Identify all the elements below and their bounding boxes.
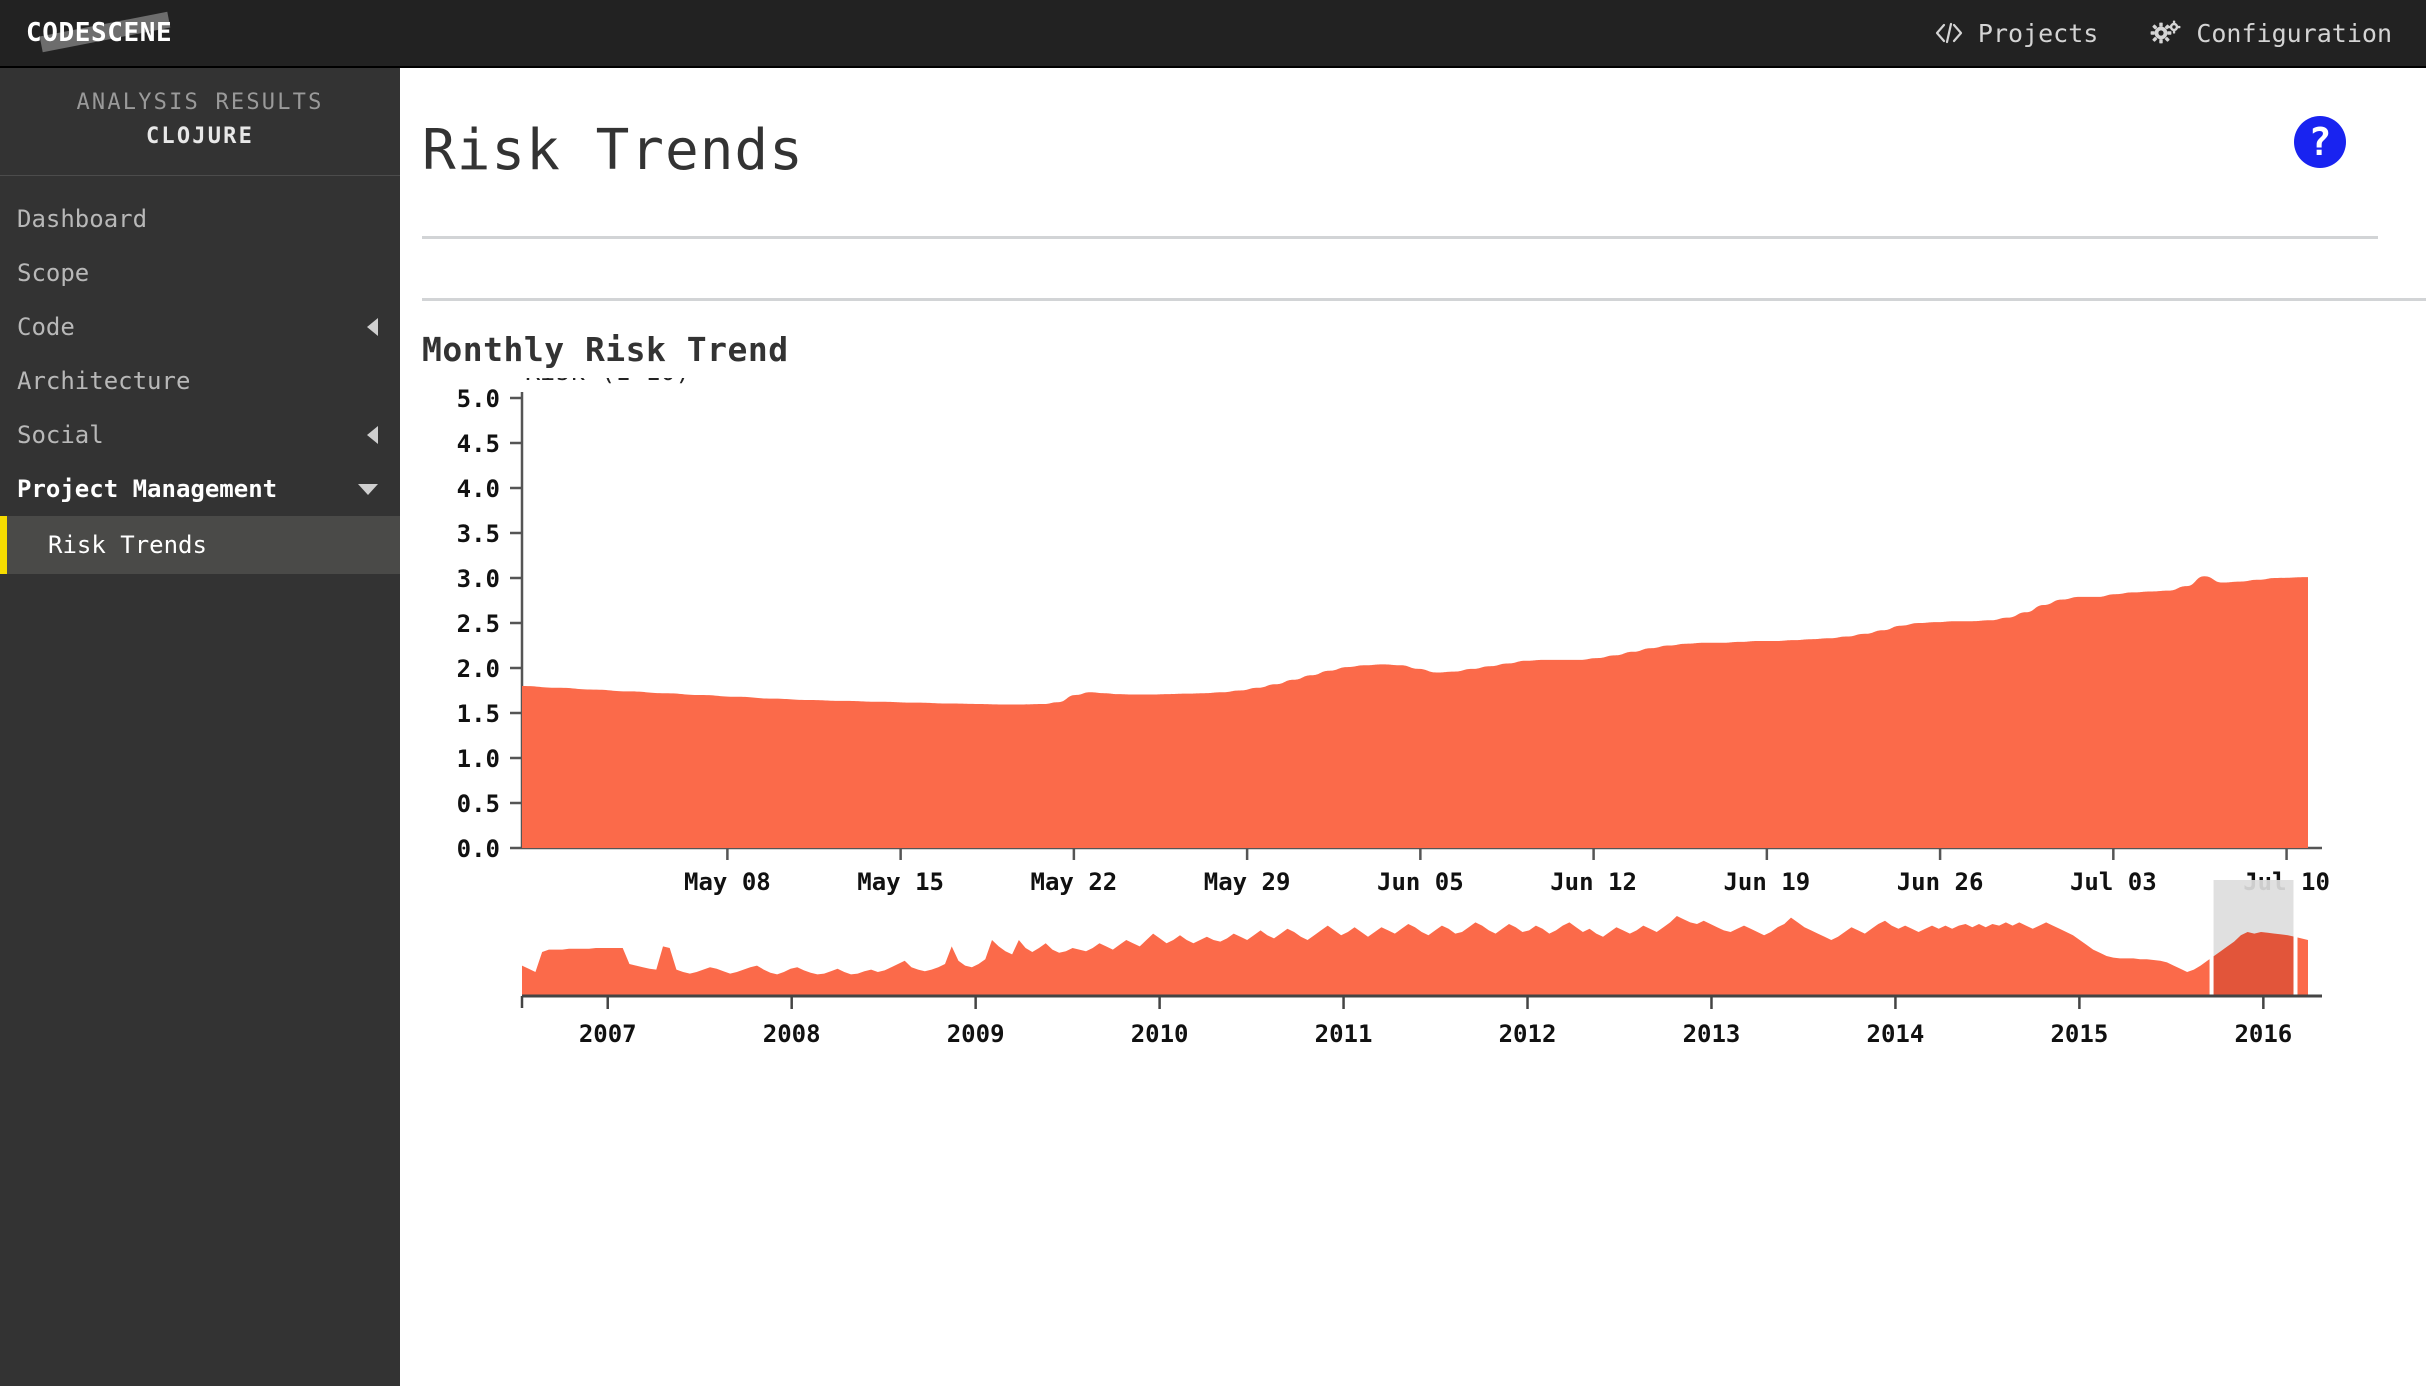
brush-area-series — [522, 916, 2308, 996]
sidebar-item-social[interactable]: Social — [0, 408, 400, 462]
page-header: Risk Trends ? — [400, 68, 2426, 236]
sidebar-item-label: Architecture — [17, 367, 191, 395]
nav-configuration-label: Configuration — [2196, 18, 2392, 48]
sidebar: ANALYSIS RESULTS CLOJURE Dashboard Scope… — [0, 68, 400, 1386]
brush-tick-label: 2010 — [1131, 1020, 1189, 1048]
sidebar-item-label: Dashboard — [17, 205, 148, 233]
brush-tick-label: 2016 — [2234, 1020, 2292, 1048]
main-content: Risk Trends ? Monthly Risk Trend Risk (1… — [400, 68, 2426, 1386]
sidebar-item-dashboard[interactable]: Dashboard — [0, 192, 400, 246]
x-tick-label: Jun 12 — [1550, 868, 1637, 896]
sidebar-item-project-management[interactable]: Project Management — [0, 462, 400, 516]
plot-area: 0.0 0.5 1.0 1.5 2.0 2.5 3.0 3.5 4.0 4.5 5.0 May 08 M… — [457, 385, 2330, 896]
y-tick-label: 1.0 — [457, 745, 500, 773]
brush-tick-label: 2015 — [2050, 1020, 2108, 1048]
sidebar-item-label: Code — [17, 313, 75, 341]
sidebar-item-label: Project Management — [17, 475, 278, 503]
x-tick-label: Jun 05 — [1377, 868, 1464, 896]
sidebar-item-label: Scope — [17, 259, 90, 287]
nav-projects[interactable]: Projects — [1934, 19, 2098, 48]
brush-tick-label: 2007 — [579, 1020, 637, 1048]
analysis-results-label: ANALYSIS RESULTS — [76, 90, 324, 115]
brush-tick-label: 2009 — [947, 1020, 1005, 1048]
y-tick-label: 1.5 — [457, 700, 500, 728]
brush-tick-label: 2011 — [1315, 1020, 1373, 1048]
nav-projects-label: Projects — [1977, 18, 2099, 48]
x-tick-label: May 29 — [1204, 868, 1291, 896]
header-divider-bottom — [422, 298, 2426, 301]
top-nav: Projects Configuration — [1934, 19, 2426, 48]
codescene-logo[interactable]: CODESCENE — [22, 10, 182, 56]
sidebar-item-architecture[interactable]: Architecture — [0, 354, 400, 408]
y-tick-label: 4.0 — [457, 475, 500, 503]
sidebar-header: ANALYSIS RESULTS CLOJURE — [0, 68, 400, 176]
y-tick-label: 4.5 — [457, 430, 500, 458]
y-tick-label: 2.5 — [457, 610, 500, 638]
top-bar: CODESCENE Projects Configuration — [0, 0, 2426, 68]
brush-tick-label: 2008 — [763, 1020, 821, 1048]
x-tick-label: Jul 03 — [2070, 868, 2157, 896]
y-tick-label: 3.0 — [457, 565, 500, 593]
y-tick-label: 3.5 — [457, 520, 500, 548]
y-tick-label: 0.0 — [457, 835, 500, 863]
y-tick-label: 0.5 — [457, 790, 500, 818]
sidebar-item-scope[interactable]: Scope — [0, 246, 400, 300]
y-tick-label: 5.0 — [457, 385, 500, 413]
risk-trend-chart[interactable]: Risk (1-10) 0.0 0.5 1.0 1.5 2.0 2.5 3.0 3.5 4.0 4… — [400, 378, 2426, 1378]
sidebar-nav-list: Dashboard Scope Code Architecture Social… — [0, 176, 400, 574]
chevron-down-icon — [358, 483, 378, 495]
x-tick-label: May 15 — [857, 868, 944, 896]
gears-icon — [2150, 20, 2182, 46]
chevron-left-icon — [367, 426, 378, 444]
help-button[interactable]: ? — [2294, 116, 2346, 168]
brush-handle-right[interactable] — [2293, 880, 2298, 996]
nav-configuration[interactable]: Configuration — [2150, 19, 2392, 48]
chart-title: Monthly Risk Trend — [422, 330, 789, 369]
header-divider-top — [422, 236, 2378, 239]
brush-tick-label: 2014 — [1867, 1020, 1925, 1048]
brush-handle-left[interactable] — [2209, 880, 2214, 996]
risk-trend-svg[interactable]: Risk (1-10) 0.0 0.5 1.0 1.5 2.0 2.5 3.0 3.5 4.0 4… — [400, 378, 2426, 1388]
x-tick-label: Jun 26 — [1897, 868, 1984, 896]
brush-tick-label: 2013 — [1683, 1020, 1741, 1048]
x-tick-label: May 22 — [1031, 868, 1118, 896]
chevron-left-icon — [367, 318, 378, 336]
logo-text: CODESCENE — [26, 18, 173, 48]
sidebar-item-label: Risk Trends — [48, 531, 207, 559]
risk-area-series — [522, 576, 2308, 848]
project-name-label: CLOJURE — [145, 124, 255, 149]
sidebar-item-label: Social — [17, 421, 104, 449]
page-title: Risk Trends — [422, 118, 804, 183]
brush-tick-label: 2012 — [1499, 1020, 1557, 1048]
code-brackets-icon — [1934, 21, 1964, 45]
y-axis-label: Risk (1-10) — [525, 378, 691, 386]
sidebar-item-code[interactable]: Code — [0, 300, 400, 354]
sidebar-item-risk-trends[interactable]: Risk Trends — [0, 516, 400, 574]
timeline-brush[interactable]: 2007 2008 2009 2010 2011 2012 2013 2014 2015 2016 — [520, 880, 2322, 1048]
y-tick-label: 2.0 — [457, 655, 500, 683]
x-tick-label: May 08 — [684, 868, 771, 896]
x-tick-label: Jun 19 — [1723, 868, 1810, 896]
